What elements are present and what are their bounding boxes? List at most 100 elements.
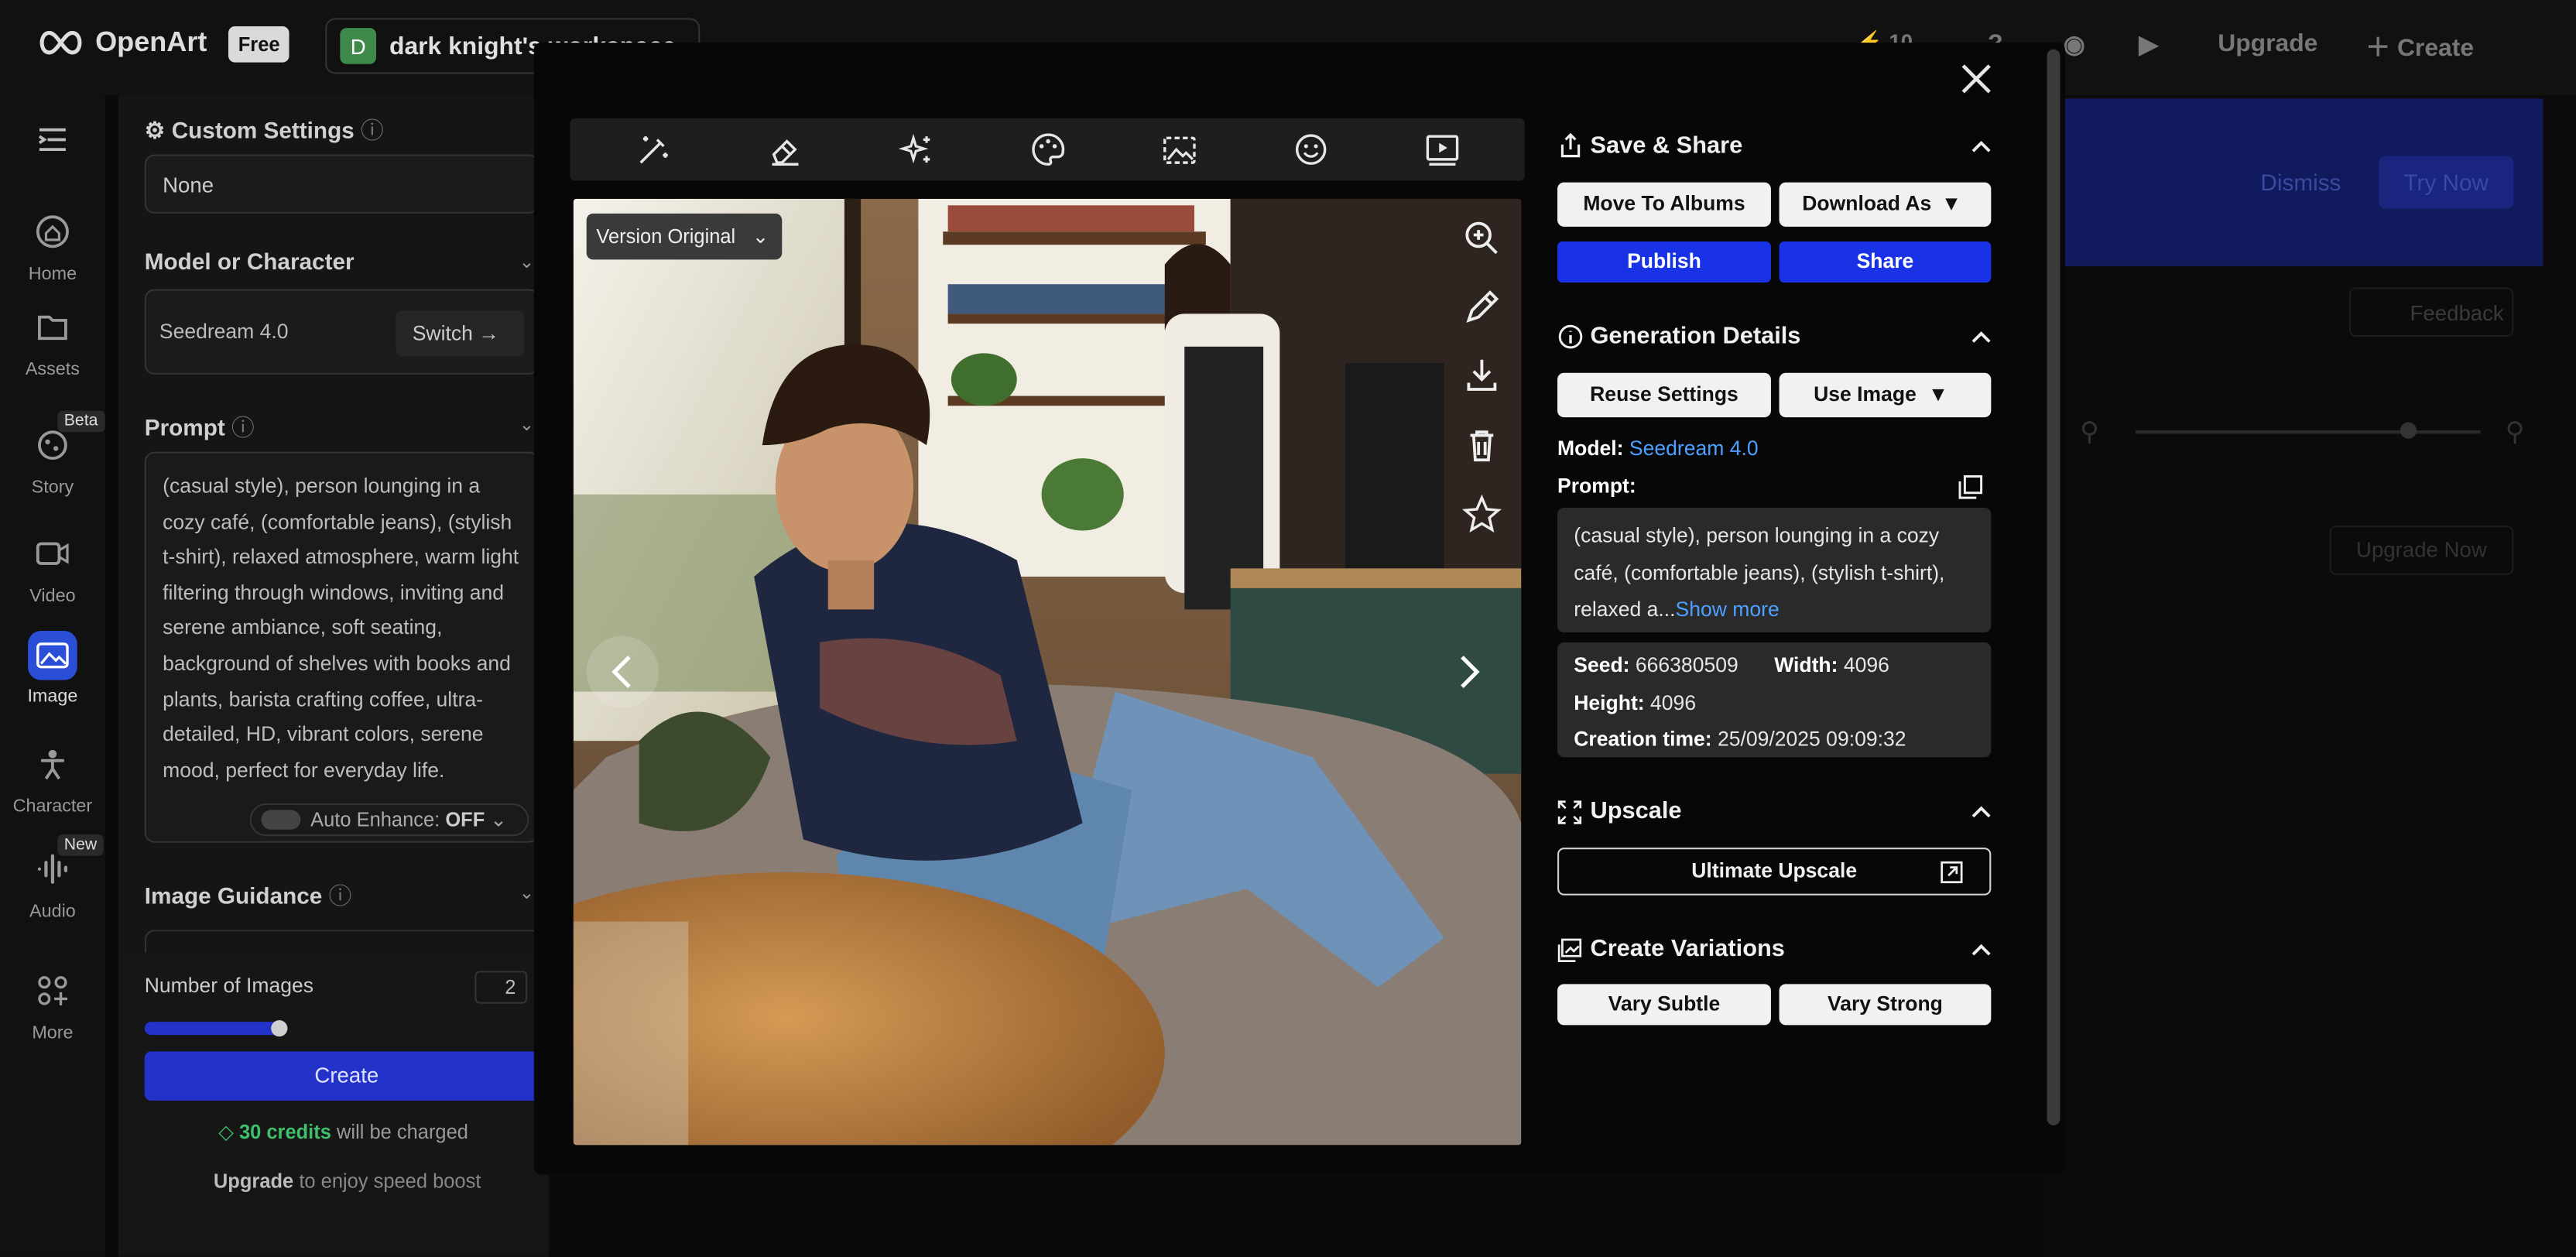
vary-strong-button[interactable]: Vary Strong [1779,984,1992,1026]
zoom-in-icon[interactable]: ⚲ [2506,416,2525,448]
generation-details-title: Generation Details [1590,324,1801,351]
create-button[interactable]: Create [144,1051,549,1101]
star-icon[interactable] [1459,491,1505,537]
nav-image[interactable]: Image [0,631,105,707]
auto-enhance-value: OFF [445,808,485,831]
upgrade-suffix: to enjoy speed boost [299,1170,481,1193]
folder-icon [38,315,67,341]
prompt-title: Prompt ⓘ [145,411,255,444]
prompt-label: Prompt: [1557,474,1636,498]
show-more-link[interactable]: Show more [1676,598,1780,622]
dismiss-button[interactable]: Dismiss [2260,170,2341,196]
new-badge: New [57,834,104,856]
credits-amount: 30 credits [238,1120,331,1144]
zoom-slider[interactable] [2136,430,2481,434]
generated-image [573,198,1522,1146]
create-top-button[interactable]: ＋ Create [2365,29,2474,64]
nav-label: Video [29,586,76,607]
story-icon [38,430,67,461]
model-title: Model or Character [144,248,355,275]
modal-scrollbar[interactable] [2047,49,2060,1125]
auto-enhance-toggle[interactable]: Auto Enhance: OFF ⌄ [249,803,529,837]
chevron-down-icon[interactable]: ⌄ [519,252,535,272]
version-dropdown[interactable]: Version Original ⌄ [586,213,783,260]
beta-badge: Beta [57,410,104,433]
magic-wand-icon[interactable] [635,132,672,168]
num-images-input[interactable]: 2 [474,971,528,1004]
nav-assets[interactable]: Assets [0,309,105,379]
switch-model-button[interactable]: Switch → [396,310,525,357]
reuse-settings-button[interactable]: Reuse Settings [1557,372,1771,418]
version-label: Version Original [596,224,736,248]
toggle-switch[interactable] [261,810,301,830]
nav-video[interactable]: Video [0,536,105,606]
zoom-slider-handle[interactable] [2400,422,2417,439]
video-generate-icon[interactable] [1424,132,1461,168]
palette-icon[interactable] [1030,132,1067,168]
download-icon[interactable] [1459,351,1505,397]
num-images-label: Number of Images [144,974,314,998]
model-card[interactable]: Seedream 4.0 Switch → [144,289,540,375]
nav-label: Story [31,478,74,498]
chevron-up-icon[interactable] [1970,325,1993,348]
credits-note: ◇ 30 credits will be charged [218,1120,468,1143]
nav-collapse-icon[interactable] [0,125,105,159]
share-button[interactable]: Share [1779,241,1992,283]
model-link[interactable]: Seedream 4.0 [1629,437,1759,461]
nav-home[interactable]: Home [0,214,105,284]
next-image-button[interactable] [1433,635,1505,707]
nav-story[interactable]: Beta Story [0,410,105,498]
custom-settings-label: Custom Settings [171,116,355,143]
chevron-down-icon[interactable]: ⌄ [519,414,535,435]
download-as-label: Download As [1802,192,1932,216]
use-image-button[interactable]: Use Image ▼ [1779,372,1992,418]
openart-logo[interactable]: OpenArt [36,26,207,59]
upgrade-link[interactable]: Upgrade [214,1170,293,1193]
width-label: Width: [1774,653,1838,677]
custom-settings-select[interactable]: None [144,154,540,214]
feedback-button[interactable]: Feedback [2349,287,2514,337]
nav-audio[interactable]: New Audio [0,834,105,922]
face-icon[interactable] [1293,132,1329,168]
trash-icon[interactable] [1459,422,1505,468]
move-to-albums-button[interactable]: Move To Albums [1557,182,1771,227]
plan-badge: Free [228,26,290,63]
copy-icon[interactable] [1958,474,1983,499]
ultimate-upscale-button[interactable]: Ultimate Upscale [1557,848,1992,896]
creation-label: Creation time: [1574,728,1712,752]
zoom-in-icon[interactable] [1459,215,1505,261]
try-now-button[interactable]: Try Now [2379,156,2514,209]
upgrade-now-button[interactable]: Upgrade Now [2329,526,2514,575]
publish-button[interactable]: Publish [1557,241,1771,283]
discord-icon[interactable]: ◉ [2064,29,2085,59]
expand-icon [1557,800,1582,824]
close-icon[interactable] [1955,57,1998,100]
prompt-input[interactable]: (casual style), person lounging in a coz… [144,451,540,843]
switch-label: Switch [412,321,473,345]
creation-value: 25/09/2025 09:09:32 [1718,728,1906,752]
landscape-expand-icon[interactable] [1162,132,1198,168]
upgrade-button[interactable]: Upgrade [2218,29,2317,57]
pencil-icon[interactable] [1459,284,1505,330]
download-as-button[interactable]: Download As ▼ [1779,182,1992,227]
chevron-down-icon[interactable]: ⌄ [519,882,535,903]
vary-subtle-button[interactable]: Vary Subtle [1557,984,1771,1026]
chevron-up-icon[interactable] [1970,800,1993,824]
diamond-icon: ◇ [218,1120,234,1144]
cafe-scene-illustration [573,198,1522,1146]
zoom-out-icon[interactable]: ⚲ [2080,416,2099,448]
sparkles-icon[interactable] [898,132,935,168]
tutorial-icon[interactable]: ▶ [2139,29,2158,59]
previous-image-button[interactable] [586,635,659,708]
nav-label: More [32,1023,74,1043]
nav-character[interactable]: Character [0,746,105,817]
num-images-slider-handle[interactable] [271,1020,288,1037]
eraser-icon[interactable] [767,132,803,168]
image-guidance-box[interactable] [144,930,543,955]
chevron-up-icon[interactable] [1970,135,1993,158]
background-content [2043,95,2576,1257]
nav-more[interactable]: More [0,972,105,1043]
chevron-up-icon[interactable] [1970,938,1993,961]
generation-params: Seed: 666380509 Width: 4096 Height: 4096 … [1557,642,1992,758]
height-label: Height: [1574,690,1645,714]
